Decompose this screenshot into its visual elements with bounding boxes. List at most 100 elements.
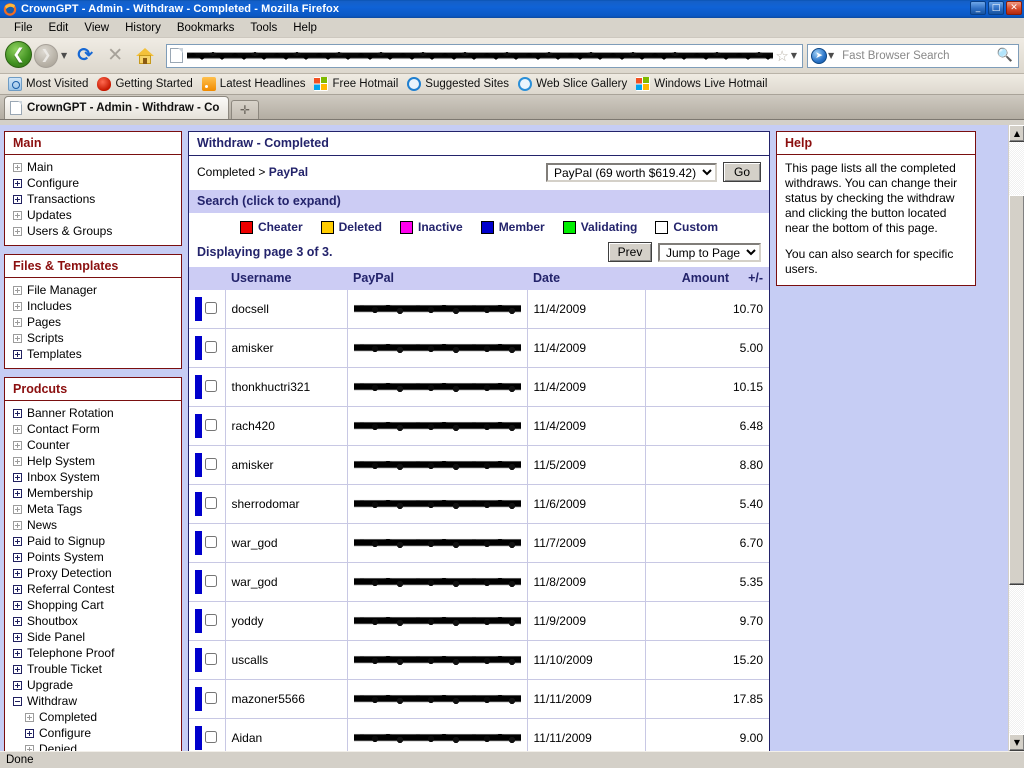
plus-icon[interactable] [13, 536, 22, 546]
column-header-date[interactable]: Date [527, 267, 645, 290]
table-row[interactable]: docsell 11/4/2009 10.70 [189, 290, 769, 329]
sidebar-item-counter[interactable]: Counter [11, 437, 175, 453]
menu-item-file[interactable]: File [6, 20, 41, 36]
table-row[interactable]: Aidan 11/11/2009 9.00 [189, 718, 769, 751]
sidebar-item-points-system[interactable]: Points System [11, 549, 175, 565]
bookmark-getting-started[interactable]: Getting Started [95, 76, 197, 92]
url-bar[interactable]: ☆ ▼ [166, 43, 803, 68]
row-select-cell[interactable] [199, 290, 226, 329]
table-row[interactable]: yoddy 11/9/2009 9.70 [189, 601, 769, 641]
plus-icon[interactable] [13, 440, 22, 450]
reload-button[interactable]: ⟳ [70, 41, 100, 71]
sidebar-item-includes[interactable]: Includes [11, 298, 175, 314]
sidebar-item-upgrade[interactable]: Upgrade [11, 677, 175, 693]
scrollbar-thumb[interactable] [1009, 195, 1024, 585]
plus-icon[interactable] [13, 424, 22, 434]
sidebar-item-referral-contest[interactable]: Referral Contest [11, 581, 175, 597]
sidebar-item-membership[interactable]: Membership [11, 485, 175, 501]
row-checkbox[interactable] [205, 613, 217, 626]
sidebar-item-contact-form[interactable]: Contact Form [11, 421, 175, 437]
plus-icon[interactable] [13, 520, 22, 530]
jump-to-page-select[interactable]: Jump to Page [658, 242, 761, 262]
back-button[interactable]: ❮ [5, 40, 34, 71]
column-header-amount[interactable]: Amount [645, 267, 735, 290]
row-checkbox[interactable] [205, 574, 217, 587]
column-header-paypal[interactable]: PayPal [347, 267, 527, 290]
menu-item-edit[interactable]: Edit [41, 20, 77, 36]
row-checkbox[interactable] [205, 340, 217, 353]
magnifier-icon[interactable]: 🔍 [997, 48, 1013, 63]
sidebar-item-configure[interactable]: Configure [11, 175, 175, 191]
table-row[interactable]: amisker 11/5/2009 8.80 [189, 445, 769, 485]
sidebar-item-side-panel[interactable]: Side Panel [11, 629, 175, 645]
sidebar-item-withdraw-completed[interactable]: Completed [11, 709, 175, 725]
menu-item-help[interactable]: Help [285, 20, 325, 36]
row-select-cell[interactable] [199, 328, 226, 368]
sidebar-item-withdraw-configure[interactable]: Configure [11, 725, 175, 741]
plus-icon[interactable] [13, 584, 22, 594]
minus-icon[interactable] [13, 696, 22, 706]
row-checkbox[interactable] [205, 457, 217, 470]
row-select-cell[interactable] [199, 523, 226, 563]
sidebar-item-help-system[interactable]: Help System [11, 453, 175, 469]
sidebar-item-transactions[interactable]: Transactions [11, 191, 175, 207]
minimize-button[interactable]: _ [970, 1, 986, 15]
plus-icon[interactable] [13, 680, 22, 690]
search-input[interactable] [837, 48, 997, 63]
table-row[interactable]: mazoner5566 11/11/2009 17.85 [189, 679, 769, 719]
sidebar-item-paid-to-signup[interactable]: Paid to Signup [11, 533, 175, 549]
menu-item-view[interactable]: View [76, 20, 117, 36]
plus-icon[interactable] [13, 333, 22, 343]
column-header-plus-minus[interactable]: +/- [735, 267, 769, 290]
table-row[interactable]: amisker 11/4/2009 5.00 [189, 328, 769, 368]
chevron-down-icon[interactable]: ▼ [61, 51, 67, 60]
plus-icon[interactable] [13, 285, 22, 295]
plus-icon[interactable] [13, 664, 22, 674]
plus-icon[interactable] [13, 488, 22, 498]
row-select-cell[interactable] [199, 367, 226, 407]
menu-item-bookmarks[interactable]: Bookmarks [169, 20, 243, 36]
sidebar-item-withdraw-denied[interactable]: Denied [11, 741, 175, 751]
plus-icon[interactable] [13, 210, 22, 220]
sidebar-item-meta-tags[interactable]: Meta Tags [11, 501, 175, 517]
url-dropdown-icon[interactable]: ▼ [791, 51, 797, 60]
row-select-cell[interactable] [199, 562, 226, 602]
row-checkbox[interactable] [205, 730, 217, 743]
row-select-cell[interactable] [199, 445, 226, 485]
sidebar-item-inbox-system[interactable]: Inbox System [11, 469, 175, 485]
search-bar[interactable]: ➤ ▼ 🔍 [807, 43, 1019, 68]
plus-icon[interactable] [13, 456, 22, 466]
row-select-cell[interactable] [199, 484, 226, 524]
menu-item-history[interactable]: History [117, 20, 169, 36]
plus-icon[interactable] [13, 194, 22, 204]
sidebar-item-trouble-ticket[interactable]: Trouble Ticket [11, 661, 175, 677]
plus-icon[interactable] [13, 472, 22, 482]
page-scrollbar[interactable]: ▲ ▼ [1008, 125, 1024, 751]
sidebar-item-banner-rotation[interactable]: Banner Rotation [11, 405, 175, 421]
row-checkbox[interactable] [205, 535, 217, 548]
sidebar-item-templates[interactable]: Templates [11, 346, 175, 362]
sidebar-item-news[interactable]: News [11, 517, 175, 533]
prev-page-button[interactable]: Prev [608, 242, 652, 262]
bookmark-suggested-sites[interactable]: Suggested Sites [405, 76, 514, 92]
row-checkbox[interactable] [205, 691, 217, 704]
sidebar-item-file-manager[interactable]: File Manager [11, 282, 175, 298]
plus-icon[interactable] [13, 504, 22, 514]
row-checkbox[interactable] [205, 418, 217, 431]
plus-icon[interactable] [25, 728, 34, 738]
row-checkbox[interactable] [205, 496, 217, 509]
row-select-cell[interactable] [199, 718, 226, 751]
sidebar-item-main[interactable]: Main [11, 159, 175, 175]
row-checkbox[interactable] [205, 652, 217, 665]
plus-icon[interactable] [13, 226, 22, 236]
new-tab-button[interactable]: ✛ [231, 100, 259, 119]
plus-icon[interactable] [13, 408, 22, 418]
plus-icon[interactable] [13, 178, 22, 188]
plus-icon[interactable] [25, 712, 34, 722]
sidebar-item-withdraw[interactable]: Withdraw [11, 693, 175, 709]
table-row[interactable]: war_god 11/7/2009 6.70 [189, 523, 769, 563]
plus-icon[interactable] [13, 301, 22, 311]
sidebar-item-updates[interactable]: Updates [11, 207, 175, 223]
bookmark-windows-live-hotmail[interactable]: Windows Live Hotmail [634, 76, 772, 92]
search-provider-icon[interactable]: ➤ [811, 47, 827, 64]
